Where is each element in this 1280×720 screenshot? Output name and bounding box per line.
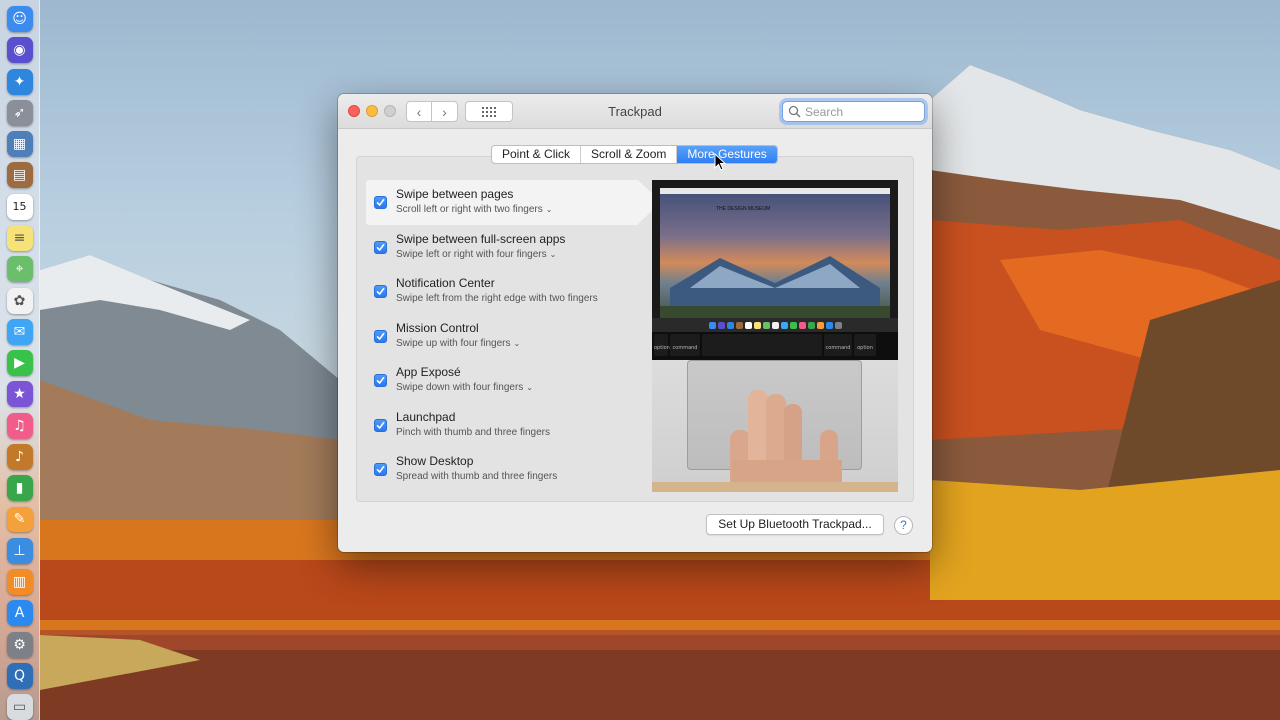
key-space xyxy=(702,334,822,356)
tab-bar: Point & Click Scroll & Zoom More Gesture… xyxy=(491,145,778,164)
gesture-subtitle-text: Scroll left or right with two fingers xyxy=(396,204,543,215)
preview-screen-content: THE DESIGN MUSEUM xyxy=(660,188,890,324)
pages-icon[interactable]: ✎ xyxy=(6,506,33,533)
checkmark-icon xyxy=(376,287,385,295)
checkmark-icon xyxy=(376,421,385,429)
preview-keyboard: option command command option xyxy=(652,332,898,360)
gesture-row[interactable]: Launchpad Pinch with thumb and three fing… xyxy=(366,403,638,448)
gesture-checkbox[interactable] xyxy=(374,329,387,343)
notes-icon[interactable]: ≡ xyxy=(6,224,33,251)
checkmark-icon xyxy=(376,376,385,384)
gesture-row[interactable]: Notification Center Swipe left from the r… xyxy=(366,269,638,314)
photos-icon[interactable]: ✿ xyxy=(6,287,33,314)
gesture-checkbox[interactable] xyxy=(374,374,387,387)
gesture-subtitle-text: Spread with thumb and three fingers xyxy=(396,471,558,482)
gesture-title: Swipe between full-screen apps xyxy=(396,231,566,246)
dock: ☺ ◉ ✦ ➶ ▦ ▤ 15 ≡ ⌖ ✿ ✉ ▶ ★ ♫ ♪ ▮ ✎ ⊥ ▥ A ⚙ Q ▭ xyxy=(0,0,40,720)
gesture-subtitle: Pinch with thumb and three fingers xyxy=(396,426,638,440)
app-store-icon[interactable]: A xyxy=(6,600,33,627)
checkmark-icon xyxy=(376,243,385,251)
key-option-right: option xyxy=(854,334,876,356)
chevron-down-icon[interactable]: ⌄ xyxy=(514,337,521,351)
gesture-title: Show Desktop xyxy=(396,454,474,468)
gesture-title: Notification Center xyxy=(396,276,495,290)
chevron-down-icon[interactable]: ⌄ xyxy=(546,203,553,217)
gesture-subtitle[interactable]: Swipe up with four fingers ⌄ xyxy=(396,337,638,351)
finder-icon[interactable]: ☺ xyxy=(6,6,33,32)
gesture-subtitle-text: Pinch with thumb and three fingers xyxy=(396,426,550,438)
calendar-icon[interactable]: 15 xyxy=(6,193,33,220)
trackpad-preferences-window: ‹ › Trackpad Point & Click Scroll & Zoom… xyxy=(338,94,932,552)
itunes-icon[interactable]: ♫ xyxy=(6,412,33,439)
gesture-row[interactable]: Mission Control Swipe up with four finger… xyxy=(366,314,638,359)
hand-icon xyxy=(730,390,842,492)
tab-scroll-zoom[interactable]: Scroll & Zoom xyxy=(581,146,678,163)
maps-icon[interactable]: ⌖ xyxy=(6,256,33,283)
gesture-checkbox[interactable] xyxy=(374,463,387,476)
facetime-icon[interactable]: ▶ xyxy=(6,350,33,377)
keynote-icon[interactable]: ⊥ xyxy=(6,537,33,564)
chevron-down-icon[interactable]: ⌄ xyxy=(526,381,533,395)
garageband-icon[interactable]: ♪ xyxy=(6,443,33,470)
preview-dock xyxy=(652,318,898,332)
search-icon xyxy=(788,105,801,118)
gesture-subtitle-text: Swipe left or right with four fingers xyxy=(396,248,547,260)
key-option-left: option xyxy=(654,334,670,356)
preview-trackpad-area xyxy=(652,360,898,492)
tab-point-click[interactable]: Point & Click xyxy=(492,146,582,163)
checkmark-icon xyxy=(376,465,385,473)
checkmark-icon xyxy=(376,332,385,340)
gesture-list: Swipe between pages Scroll left or right … xyxy=(366,180,661,492)
gesture-subtitle-text: Swipe up with four fingers xyxy=(396,337,511,349)
gesture-checkbox[interactable] xyxy=(374,418,387,432)
gesture-row[interactable]: Swipe between full-screen apps Swipe left… xyxy=(366,225,638,270)
safari-icon[interactable]: ✦ xyxy=(6,68,33,95)
search-field[interactable] xyxy=(782,101,925,122)
gesture-row[interactable]: Show Desktop Spread with thumb and three … xyxy=(366,447,638,492)
gesture-subtitle: Swipe left from the right edge with two … xyxy=(396,292,638,306)
checkmark-icon xyxy=(376,198,385,206)
help-button[interactable]: ? xyxy=(894,516,913,535)
launchpad-icon[interactable]: ➶ xyxy=(6,99,33,126)
numbers-icon[interactable]: ▮ xyxy=(6,475,33,502)
gesture-title: Launchpad xyxy=(396,409,456,424)
gesture-subtitle[interactable]: Scroll left or right with two fingers ⌄ xyxy=(396,203,638,217)
setup-bluetooth-trackpad-button[interactable]: Set Up Bluetooth Trackpad... xyxy=(706,514,884,535)
gesture-subtitle-text: Swipe left from the right edge with two … xyxy=(396,293,598,304)
gesture-title: Swipe between pages xyxy=(396,187,514,201)
gesture-subtitle: Spread with thumb and three fingers xyxy=(396,470,638,484)
gesture-subtitle[interactable]: Swipe left or right with four fingers ⌄ xyxy=(396,248,638,262)
gesture-title: App Exposé xyxy=(396,365,461,379)
gesture-checkbox[interactable] xyxy=(374,240,387,254)
tab-more-gestures[interactable]: More Gestures xyxy=(677,146,777,163)
svg-text:THE DESIGN MUSEUM: THE DESIGN MUSEUM xyxy=(716,206,770,212)
gesture-checkbox[interactable] xyxy=(374,196,387,209)
ibooks-icon[interactable]: ▥ xyxy=(6,569,33,596)
system-preferences-icon[interactable]: ⚙ xyxy=(6,631,33,658)
gesture-subtitle-text: Swipe down with four fingers xyxy=(396,382,524,393)
preview-laptop-screen: THE DESIGN MUSEUM xyxy=(652,180,898,332)
notes-book-icon[interactable]: ▤ xyxy=(6,162,33,189)
chevron-down-icon[interactable]: ⌄ xyxy=(550,248,557,262)
quicktime-icon[interactable]: Q xyxy=(6,662,33,689)
messages-icon[interactable]: ✉ xyxy=(6,318,33,345)
gesture-row[interactable]: Swipe between pages Scroll left or right … xyxy=(366,180,661,225)
gesture-preview-video: THE DESIGN MUSEUM option command command… xyxy=(652,180,898,492)
gesture-row[interactable]: App Exposé Swipe down with four fingers ⌄ xyxy=(366,358,638,403)
key-command-left: command xyxy=(670,334,700,356)
siri-icon[interactable]: ◉ xyxy=(6,37,33,64)
gesture-title: Mission Control xyxy=(396,320,479,335)
mouse-pointer-icon xyxy=(714,153,726,171)
trash-icon[interactable]: ▭ xyxy=(6,694,33,720)
title-bar: ‹ › Trackpad xyxy=(338,94,932,129)
imovie-icon[interactable]: ★ xyxy=(6,381,33,408)
gesture-checkbox[interactable] xyxy=(374,285,387,298)
key-command-right: command xyxy=(824,334,852,356)
search-input[interactable] xyxy=(805,104,915,119)
preview-icon[interactable]: ▦ xyxy=(6,131,33,158)
gesture-subtitle[interactable]: Swipe down with four fingers ⌄ xyxy=(396,381,638,395)
